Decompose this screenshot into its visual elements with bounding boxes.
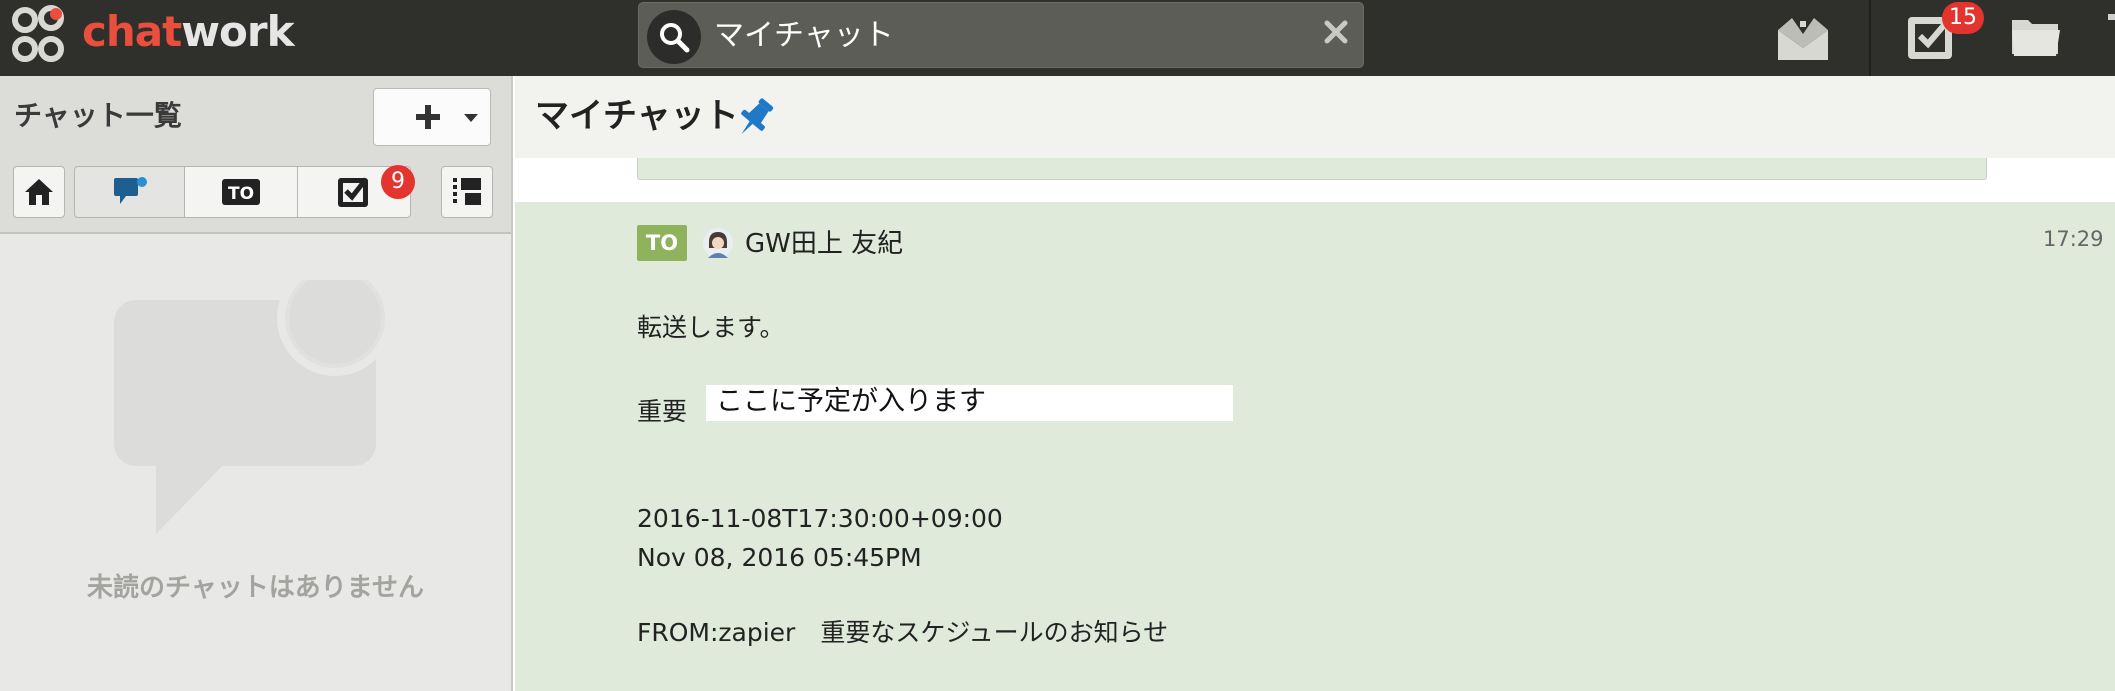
- schedule-label: 重要: [637, 397, 688, 426]
- plus-icon: [416, 105, 440, 129]
- message-time: 17:29: [2043, 227, 2104, 251]
- task-filter-badge: 9: [381, 165, 415, 199]
- timeline: TO GW田上 友紀 17:29 転送します。 重要 ここに予定が入ります 20…: [515, 158, 2115, 691]
- sidebar-header: チャット一覧: [0, 76, 511, 160]
- account-menu-edge[interactable]: [2108, 14, 2115, 20]
- filter-mention-button[interactable]: [74, 166, 185, 218]
- top-bar: chatwork 15: [0, 0, 2115, 76]
- schedule-text: ここに予定が入ります: [716, 386, 986, 417]
- filter-tree-button[interactable]: [441, 166, 493, 218]
- folder-icon: [2012, 20, 2060, 56]
- from-line: FROM:zapier 重要なスケジュールのお知らせ: [637, 618, 1169, 647]
- sender-name[interactable]: GW田上 友紀: [745, 226, 903, 262]
- contact-button[interactable]: [1774, 12, 1832, 66]
- search-button[interactable]: [647, 10, 701, 64]
- close-icon: [1324, 20, 1348, 44]
- sidebar-title: チャット一覧: [14, 99, 182, 132]
- topbar-divider: [1869, 0, 1871, 76]
- contact-mail-icon: [1778, 14, 1828, 60]
- chatwork-logo[interactable]: chatwork: [10, 3, 310, 69]
- previous-message-quote: [637, 158, 1987, 180]
- caret-down-icon: [464, 114, 478, 122]
- pin-icon[interactable]: [733, 96, 777, 140]
- search-icon: [660, 23, 690, 53]
- search-bar[interactable]: [638, 2, 1364, 68]
- schedule-field: ここに予定が入ります: [706, 385, 1233, 421]
- filter-home-button[interactable]: [13, 166, 65, 218]
- sidebar: チャット一覧 TO 9 未読のチャットはありません: [0, 76, 513, 691]
- empty-chat-illustration: [114, 280, 393, 534]
- to-icon: TO: [222, 179, 260, 205]
- room-title: マイチャット: [535, 96, 739, 136]
- empty-unread-message: 未読のチャットはありません: [87, 573, 424, 603]
- avatar[interactable]: [703, 228, 733, 258]
- room-header: マイチャット: [515, 76, 2115, 158]
- search-clear-button[interactable]: [1318, 14, 1354, 50]
- file-button[interactable]: [2010, 14, 2062, 62]
- to-tag: TO: [637, 225, 687, 261]
- task-count-badge: 15: [1942, 2, 1984, 34]
- logo-wordmark: chatwork: [82, 7, 295, 56]
- mention-icon: [113, 177, 147, 204]
- message[interactable]: TO GW田上 友紀 17:29 転送します。 重要 ここに予定が入ります 20…: [515, 202, 2115, 691]
- tree-view-icon: [453, 178, 481, 205]
- task-filter-icon: [338, 177, 368, 207]
- datetime-text: Nov 08, 2016 05:45PM: [637, 543, 922, 572]
- svg-text:TO: TO: [228, 184, 254, 204]
- chatwork-logo-icon: [12, 5, 64, 62]
- filter-to-button[interactable]: TO: [185, 166, 298, 218]
- add-chat-button[interactable]: [373, 88, 491, 146]
- datetime-iso: 2016-11-08T17:30:00+09:00: [637, 504, 1003, 533]
- search-input[interactable]: [714, 11, 1274, 61]
- home-icon: [25, 179, 53, 205]
- message-intro: 転送します。: [637, 313, 785, 342]
